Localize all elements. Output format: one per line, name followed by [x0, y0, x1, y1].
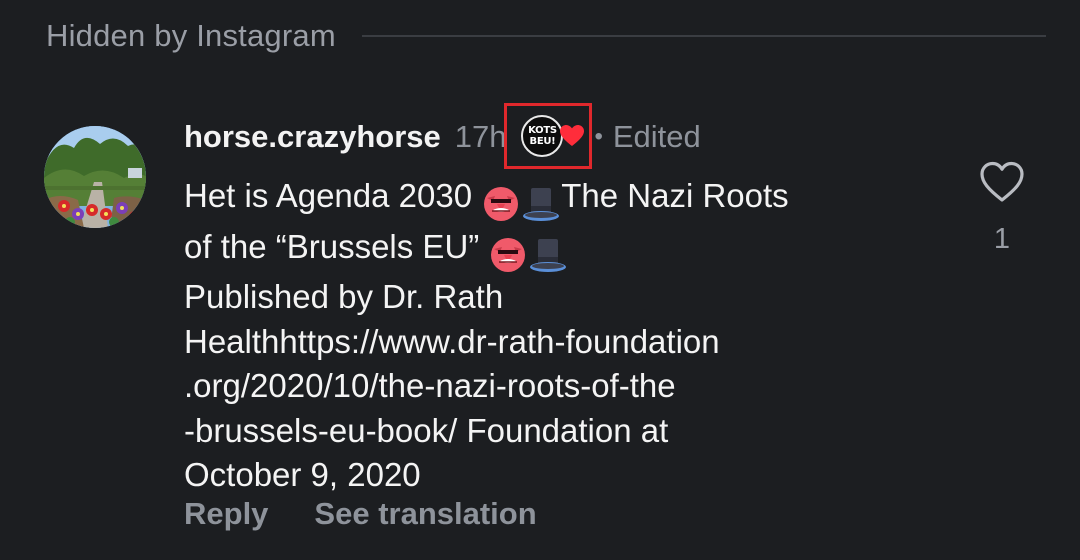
badge-text-line2: BEU!: [529, 136, 556, 147]
avatar-photo: [44, 126, 146, 228]
comment-username[interactable]: horse.crazyhorse: [184, 119, 441, 155]
comment-text-part: Published by Dr. Rath Healthhttps://www.…: [184, 278, 720, 493]
edited-label: Edited: [612, 119, 701, 154]
goblin-emoji-icon: [491, 237, 526, 272]
avatar[interactable]: [44, 126, 146, 228]
emoji-group: [488, 231, 568, 276]
like-count: 1: [993, 223, 1011, 255]
fan-badge-logo: KOTS BEU!: [521, 115, 564, 157]
fan-badge-highlight[interactable]: KOTS BEU!: [504, 103, 593, 169]
emoji-group: [481, 180, 561, 225]
goblin-emoji-icon: [484, 187, 519, 222]
badge-text-line1: KOTS: [528, 125, 557, 136]
comment-meta: horse.crazyhorse 17h KOTS BEU! • Edited: [184, 103, 954, 169]
comment-text-part: of the “Brussels EU”: [184, 227, 489, 265]
comment-text-part: The Nazi Roots: [561, 177, 789, 214]
header-divider: [361, 35, 1046, 37]
like-heart-icon[interactable]: [978, 160, 1026, 204]
comment-timestamp: 17h: [454, 119, 507, 154]
comment-body: horse.crazyhorse 17h KOTS BEU! • Edited …: [184, 103, 954, 498]
comment-actions: Reply See translation: [184, 496, 537, 532]
comment-screen: Hidden by Instagram horse.crazyhorse 17h…: [0, 0, 1080, 560]
comment-text-part: Het is Agenda 2030: [184, 177, 482, 214]
hidden-comments-header[interactable]: Hidden by Instagram: [46, 14, 1046, 58]
like-column: 1: [974, 160, 1030, 256]
see-translation-button[interactable]: See translation: [314, 496, 536, 532]
reply-button[interactable]: Reply: [184, 496, 268, 532]
hidden-by-instagram-label: Hidden by Instagram: [46, 18, 336, 53]
heart-icon: [560, 125, 585, 146]
separator-dot: •: [594, 123, 603, 150]
comment-text: Het is Agenda 2030 The Nazi Roots of the…: [184, 174, 954, 498]
top-hat-emoji-icon: [523, 188, 560, 222]
top-hat-emoji-icon: [530, 238, 567, 272]
